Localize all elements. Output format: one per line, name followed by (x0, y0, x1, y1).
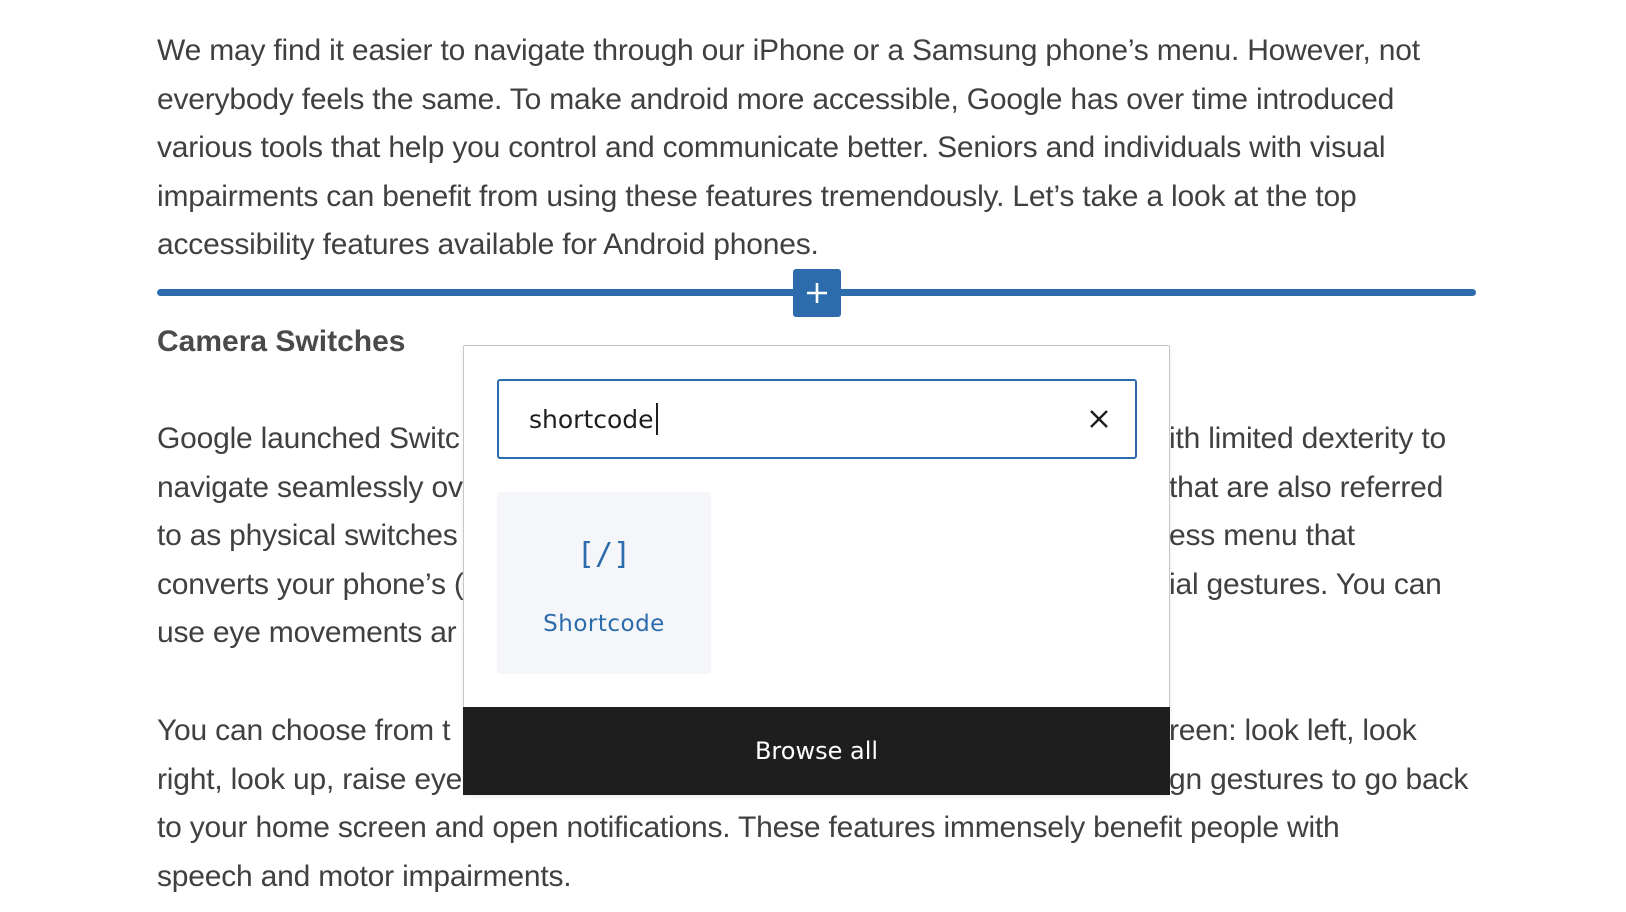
paragraph-line: ith limited dexterity to (1169, 422, 1446, 455)
gestures-paragraph-right: reen: look left, look gn gestures to go … (1169, 707, 1468, 804)
intro-paragraph: We may find it easier to navigate throug… (157, 27, 1477, 270)
block-search-input[interactable] (529, 399, 1049, 439)
block-result-shortcode[interactable]: [/] Shortcode (497, 492, 711, 674)
paragraph-line: impairments can benefit from using these… (157, 179, 1357, 213)
paragraph-line: Google launched Switc (157, 422, 460, 455)
paragraph-line: various tools that help you control and … (157, 131, 1386, 164)
paragraph-line: to as physical switches (157, 519, 458, 552)
paragraph-line: navigate seamlessly ov (157, 470, 463, 504)
paragraph-line: accessibility features available for And… (157, 228, 819, 261)
add-block-button[interactable] (793, 269, 841, 317)
paragraph-line: You can choose from t (157, 714, 451, 747)
camera-paragraph-right: ith limited dexterity to that are also r… (1169, 415, 1446, 609)
camera-paragraph-left: Google launched Switc navigate seamlessl… (157, 415, 464, 658)
section-heading: Camera Switches (157, 325, 406, 358)
shortcode-icon: [/] (576, 537, 632, 572)
paragraph-line: use eye movements ar (157, 616, 457, 649)
paragraph-line: gn gestures to go back (1169, 762, 1469, 796)
block-result-label: Shortcode (543, 611, 665, 637)
paragraph-line: right, look up, raise eye (157, 762, 463, 796)
paragraph-line: speech and motor impairments. (157, 859, 572, 893)
paragraph-line: ial gestures. You can (1169, 567, 1442, 601)
paragraph-line: ess menu that (1169, 519, 1355, 552)
paragraph-line: We may find it easier to navigate throug… (157, 34, 1420, 67)
paragraph-line: reen: look left, look (1169, 714, 1417, 747)
gestures-paragraph-tail: to your home screen and open notificatio… (157, 804, 1340, 901)
paragraph-line: converts your phone’s ( (157, 567, 464, 601)
browse-all-button[interactable]: Browse all (463, 707, 1170, 795)
paragraph-line: to your home screen and open notificatio… (157, 811, 1340, 844)
paragraph-line: everybody feels the same. To make androi… (157, 82, 1395, 116)
block-search-box (497, 379, 1137, 459)
plus-icon (807, 283, 827, 303)
block-inserter-popover: [/] Shortcode Browse all (463, 345, 1170, 795)
paragraph-line: that are also referred (1169, 470, 1444, 504)
close-icon (1090, 410, 1108, 428)
gestures-paragraph-left: You can choose from t right, look up, ra… (157, 707, 462, 804)
text-caret (656, 403, 658, 435)
clear-search-button[interactable] (1079, 399, 1119, 439)
